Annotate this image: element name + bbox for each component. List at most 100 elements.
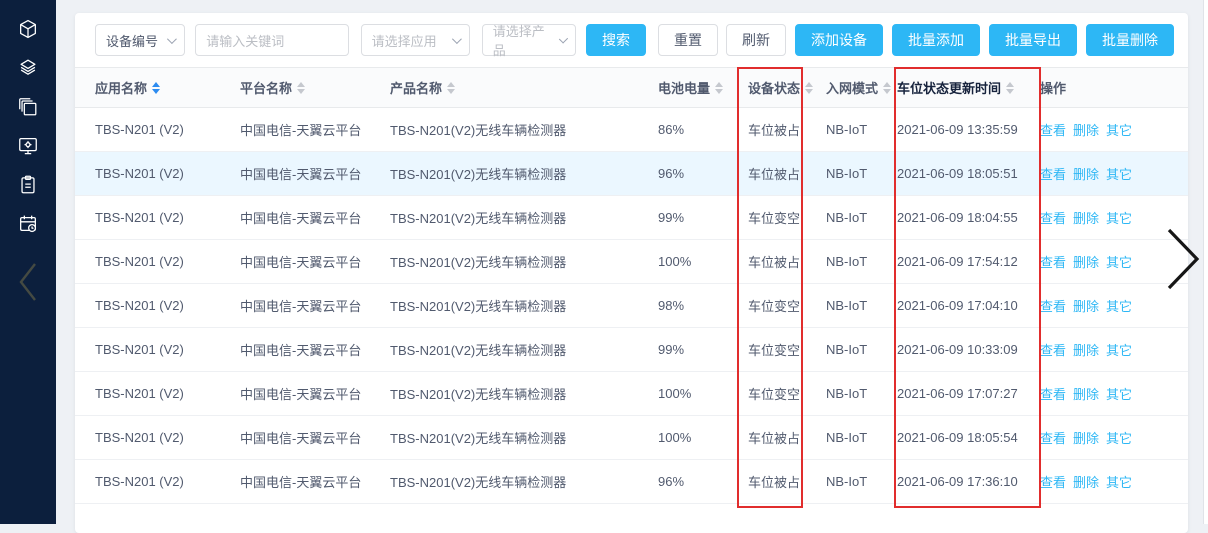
batch-delete-button[interactable]: 批量删除	[1086, 24, 1174, 56]
action-other-link[interactable]: 其它	[1106, 299, 1132, 314]
cell-status: 车位被占	[748, 164, 826, 183]
cell-mode: NB-IoT	[826, 298, 897, 313]
cell-app: TBS-N201 (V2)	[75, 122, 240, 137]
col-header-battery[interactable]: 电池电量	[658, 78, 748, 97]
action-delete-link[interactable]: 删除	[1073, 431, 1099, 446]
action-view-link[interactable]: 查看	[1040, 431, 1066, 446]
sort-asc-icon	[805, 82, 813, 87]
add-device-button[interactable]: 添加设备	[795, 24, 883, 56]
chevron-down-icon	[559, 34, 568, 43]
search-field-select[interactable]: 设备编号	[95, 24, 185, 56]
monitor-settings-icon[interactable]	[17, 135, 39, 157]
action-view-link[interactable]: 查看	[1040, 387, 1066, 402]
sort-asc-icon	[715, 82, 723, 87]
copies-icon[interactable]	[17, 96, 39, 118]
table-row[interactable]: TBS-N201 (V2)中国电信-天翼云平台TBS-N201(V2)无线车辆检…	[75, 240, 1188, 284]
action-other-link[interactable]: 其它	[1106, 387, 1132, 402]
sort-caret-icon[interactable]	[152, 82, 160, 94]
cell-action: 查看删除其它	[1040, 164, 1188, 183]
clipboard-icon[interactable]	[17, 174, 39, 196]
action-delete-link[interactable]: 删除	[1073, 123, 1099, 138]
collapse-chevron-icon[interactable]	[11, 258, 45, 306]
cell-app: TBS-N201 (V2)	[75, 474, 240, 489]
product-select[interactable]: 请选择产品	[482, 24, 576, 56]
cell-action: 查看删除其它	[1040, 472, 1188, 491]
sort-caret-icon[interactable]	[447, 82, 455, 94]
reset-button[interactable]: 重置	[658, 24, 718, 56]
cell-status: 车位变空	[748, 208, 826, 227]
keyword-input[interactable]: 请输入关键词	[195, 24, 348, 56]
cell-platform: 中国电信-天翼云平台	[240, 296, 390, 315]
action-other-link[interactable]: 其它	[1106, 123, 1132, 138]
scrollbar-track[interactable]	[1203, 0, 1208, 524]
next-arrow-icon[interactable]	[1164, 227, 1202, 296]
table-row[interactable]: TBS-N201 (V2)中国电信-天翼云平台TBS-N201(V2)无线车辆检…	[75, 416, 1188, 460]
col-header-platform[interactable]: 平台名称	[240, 78, 390, 97]
cell-time: 2021-06-09 17:04:10	[897, 298, 1040, 313]
col-header-mode[interactable]: 入网模式	[826, 78, 897, 97]
sort-caret-icon[interactable]	[1006, 82, 1014, 94]
cell-platform: 中国电信-天翼云平台	[240, 120, 390, 139]
sort-caret-icon[interactable]	[715, 82, 723, 94]
cell-mode: NB-IoT	[826, 342, 897, 357]
cell-product: TBS-N201(V2)无线车辆检测器	[390, 208, 658, 227]
cell-time: 2021-06-09 13:35:59	[897, 122, 1040, 137]
table-row[interactable]: TBS-N201 (V2)中国电信-天翼云平台TBS-N201(V2)无线车辆检…	[75, 108, 1188, 152]
table-row[interactable]: TBS-N201 (V2)中国电信-天翼云平台TBS-N201(V2)无线车辆检…	[75, 152, 1188, 196]
action-view-link[interactable]: 查看	[1040, 299, 1066, 314]
layers-icon[interactable]	[17, 57, 39, 79]
action-other-link[interactable]: 其它	[1106, 475, 1132, 490]
cell-app: TBS-N201 (V2)	[75, 430, 240, 445]
action-other-link[interactable]: 其它	[1106, 211, 1132, 226]
sort-caret-icon[interactable]	[805, 82, 813, 94]
batch-export-button[interactable]: 批量导出	[989, 24, 1077, 56]
sort-asc-icon	[447, 82, 455, 87]
action-other-link[interactable]: 其它	[1106, 167, 1132, 182]
action-view-link[interactable]: 查看	[1040, 255, 1066, 270]
calendar-clock-icon[interactable]	[17, 213, 39, 235]
action-delete-link[interactable]: 删除	[1073, 299, 1099, 314]
cell-status: 车位被占	[748, 472, 826, 491]
table-row[interactable]: TBS-N201 (V2)中国电信-天翼云平台TBS-N201(V2)无线车辆检…	[75, 196, 1188, 240]
table-row[interactable]: TBS-N201 (V2)中国电信-天翼云平台TBS-N201(V2)无线车辆检…	[75, 284, 1188, 328]
sort-caret-icon[interactable]	[297, 82, 305, 94]
action-other-link[interactable]: 其它	[1106, 343, 1132, 358]
action-view-link[interactable]: 查看	[1040, 167, 1066, 182]
col-header-time[interactable]: 车位状态更新时间	[897, 78, 1040, 97]
action-delete-link[interactable]: 删除	[1073, 387, 1099, 402]
cell-time: 2021-06-09 17:36:10	[897, 474, 1040, 489]
col-header-app[interactable]: 应用名称	[75, 78, 240, 97]
product-select-placeholder: 请选择产品	[493, 21, 551, 59]
action-view-link[interactable]: 查看	[1040, 211, 1066, 226]
cell-mode: NB-IoT	[826, 386, 897, 401]
col-header-status[interactable]: 设备状态	[748, 78, 826, 97]
cell-status: 车位变空	[748, 384, 826, 403]
action-other-link[interactable]: 其它	[1106, 431, 1132, 446]
action-view-link[interactable]: 查看	[1040, 123, 1066, 138]
sort-desc-icon	[152, 89, 160, 94]
action-delete-link[interactable]: 删除	[1073, 255, 1099, 270]
action-view-link[interactable]: 查看	[1040, 475, 1066, 490]
action-delete-link[interactable]: 删除	[1073, 475, 1099, 490]
search-button[interactable]: 搜索	[586, 24, 646, 56]
cell-battery: 86%	[658, 122, 748, 137]
app-select[interactable]: 请选择应用	[361, 24, 470, 56]
col-header-label: 产品名称	[390, 78, 442, 97]
table-row[interactable]: TBS-N201 (V2)中国电信-天翼云平台TBS-N201(V2)无线车辆检…	[75, 328, 1188, 372]
cell-product: TBS-N201(V2)无线车辆检测器	[390, 384, 658, 403]
cube-icon[interactable]	[17, 18, 39, 40]
refresh-button[interactable]: 刷新	[726, 24, 786, 56]
action-delete-link[interactable]: 删除	[1073, 211, 1099, 226]
batch-add-button[interactable]: 批量添加	[892, 24, 980, 56]
action-delete-link[interactable]: 删除	[1073, 343, 1099, 358]
action-other-link[interactable]: 其它	[1106, 255, 1132, 270]
cell-platform: 中国电信-天翼云平台	[240, 472, 390, 491]
col-header-product[interactable]: 产品名称	[390, 78, 658, 97]
cell-app: TBS-N201 (V2)	[75, 166, 240, 181]
action-view-link[interactable]: 查看	[1040, 343, 1066, 358]
table-row[interactable]: TBS-N201 (V2)中国电信-天翼云平台TBS-N201(V2)无线车辆检…	[75, 372, 1188, 416]
action-delete-link[interactable]: 删除	[1073, 167, 1099, 182]
cell-mode: NB-IoT	[826, 474, 897, 489]
sort-caret-icon[interactable]	[883, 82, 891, 94]
table-row[interactable]: TBS-N201 (V2)中国电信-天翼云平台TBS-N201(V2)无线车辆检…	[75, 460, 1188, 504]
